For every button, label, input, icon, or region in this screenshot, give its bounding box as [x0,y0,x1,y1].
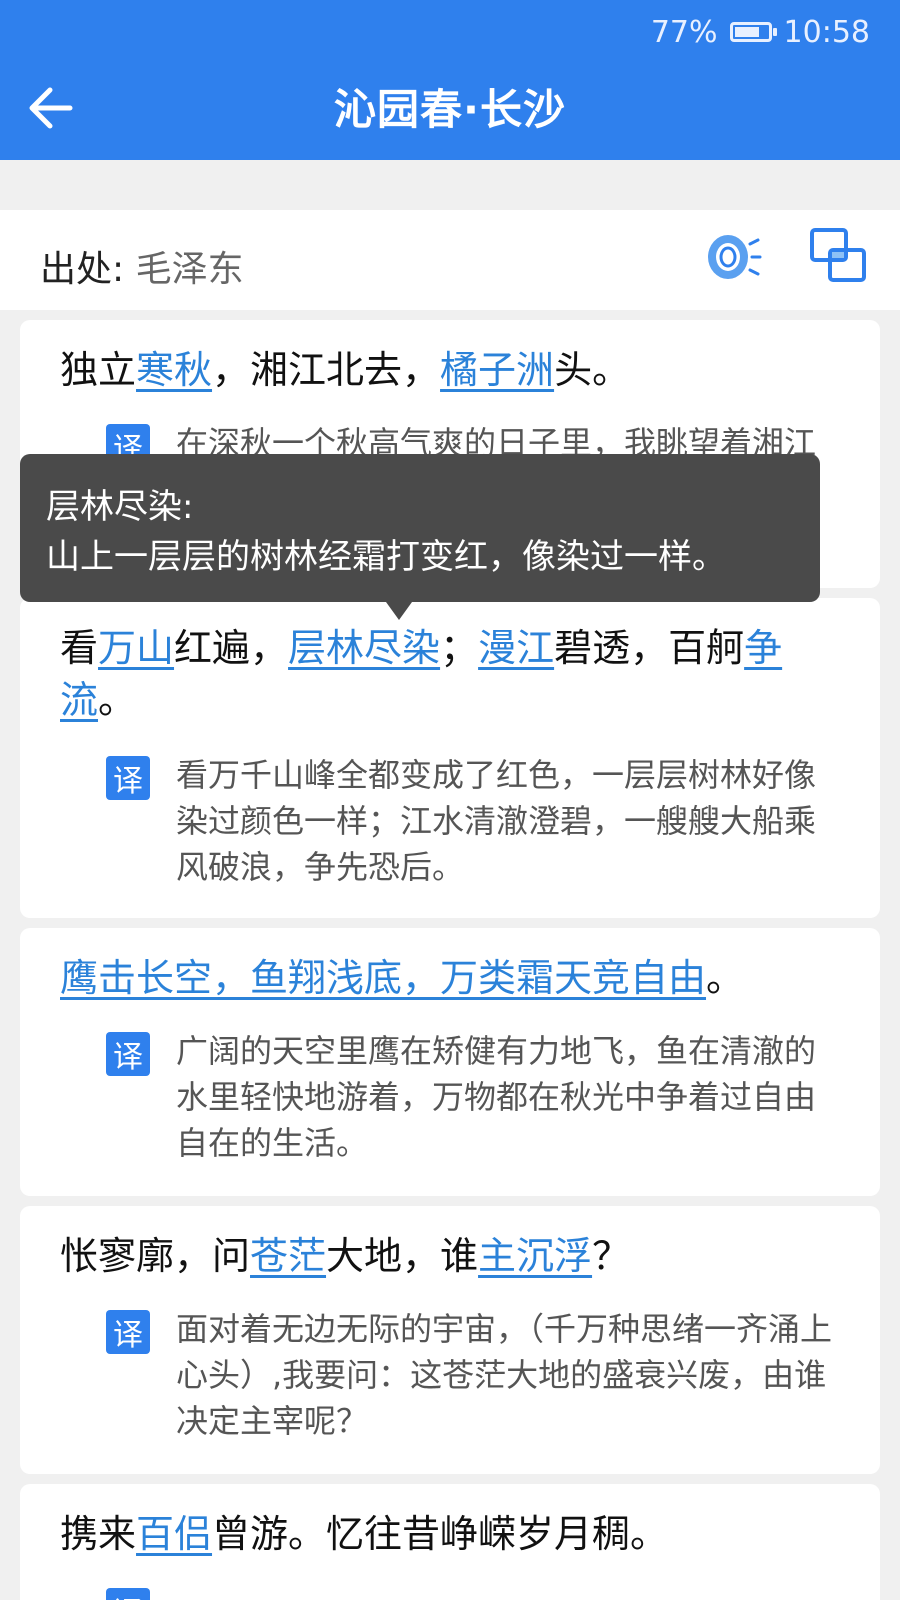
translation-badge: 译 [106,1032,150,1076]
verse-fragment: ，湘江北去， [212,348,441,392]
verse-fragment: 大地，谁 [326,1234,479,1278]
status-bar: 77% 10:58 [651,12,870,52]
verse-fragment: 看 [60,626,99,670]
verse-text: 看万山红遍，层林尽染；漫江碧透，百舸争流。 [60,622,840,726]
word-link[interactable]: 漫江 [478,626,554,670]
verse-fragment: 携来 [60,1512,137,1556]
word-link[interactable]: 鹰击长空，鱼翔浅底，万类霜天竞自由 [60,956,706,1000]
verse-text: 携来百侣曾游。忆往昔峥嵘岁月稠。 [60,1508,840,1560]
translation-text: 看万千山峰全都变成了红色，一层层树林好像染过颜色一样；江水清澈澄碧，一艘艘大船乘… [176,756,817,886]
word-tooltip: 层林尽染: 山上一层层的树林经霜打变红，像染过一样。 [20,454,820,602]
word-link[interactable]: 百侣 [136,1512,212,1556]
source-author: 毛泽东 [135,249,244,290]
verse-text: 鹰击长空，鱼翔浅底，万类霜天竞自由。 [60,952,840,1004]
verse-fragment: ？ [592,1234,631,1278]
tooltip-arrow [386,602,412,620]
verse-card: 怅寥廓，问苍茫大地，谁主沉浮？ 译 面对着无边无际的宇宙，（千万种思绪一齐涌上心… [20,1206,880,1474]
word-link[interactable]: 万山 [98,626,174,670]
verse-fragment: 怅寥廓，问 [60,1234,251,1278]
verse-card: 携来百侣曾游。忆往昔峥嵘岁月稠。 译 [20,1484,880,1600]
verse-fragment: ； [440,626,479,670]
verse-fragment: 独立 [60,348,137,392]
word-link[interactable]: 寒秋 [136,348,212,392]
word-link[interactable]: 争 [744,626,782,670]
translation-badge: 译 [106,756,150,800]
word-link[interactable]: 流 [60,678,98,722]
source-label: 出处: [40,249,125,290]
source-bar: 出处: 毛泽东 [0,210,900,310]
translation-badge: 译 [106,1310,150,1354]
tooltip-term: 层林尽染: [46,487,194,527]
translation-text: 广阔的天空里鹰在矫健有力地飞，鱼在清澈的水里轻快地游着，万物都在秋光中争着过自由… [176,1032,817,1162]
battery-icon [729,22,777,42]
audio-icon[interactable] [700,226,762,288]
verse-text: 怅寥廓，问苍茫大地，谁主沉浮？ [60,1230,840,1282]
verse-fragment: 红遍， [174,626,289,670]
verse-fragment: 曾游。忆往昔峥嵘岁月稠。 [212,1512,669,1556]
verse-card: 看万山红遍，层林尽染；漫江碧透，百舸争流。 译 看万千山峰全都变成了红色，一层层… [20,598,880,918]
copy-icon[interactable] [808,226,870,288]
translation-badge: 译 [106,1588,150,1600]
verse-fragment: 头。 [554,348,631,392]
word-link-active[interactable]: 层林尽染 [288,626,440,670]
verse-fragment: 。 [98,678,137,722]
verse-fragment: 。 [706,956,745,1000]
word-link[interactable]: 主沉浮 [478,1234,592,1278]
word-link[interactable]: 苍茫 [250,1234,326,1278]
verse-card: 鹰击长空，鱼翔浅底，万类霜天竞自由。 译 广阔的天空里鹰在矫健有力地飞，鱼在清澈… [20,928,880,1196]
word-link[interactable]: 橘子洲 [440,348,554,392]
source-info: 出处: 毛泽东 [40,240,244,292]
page-title: 沁园春·长沙 [334,85,566,134]
verse-fragment: 碧透，百舸 [554,626,745,670]
clock: 10:58 [783,14,870,50]
translation-text: 面对着无边无际的宇宙，（千万种思绪一齐涌上心头）,我要问：这苍茫大地的盛衰兴废，… [176,1310,833,1440]
tooltip-explanation: 山上一层层的树林经霜打变红，像染过一样。 [46,537,726,577]
app-header: 77% 10:58 沁园春·长沙 [0,0,900,160]
verse-text: 独立寒秋，湘江北去，橘子洲头。 [60,344,840,396]
battery-percent: 77% [650,14,718,50]
